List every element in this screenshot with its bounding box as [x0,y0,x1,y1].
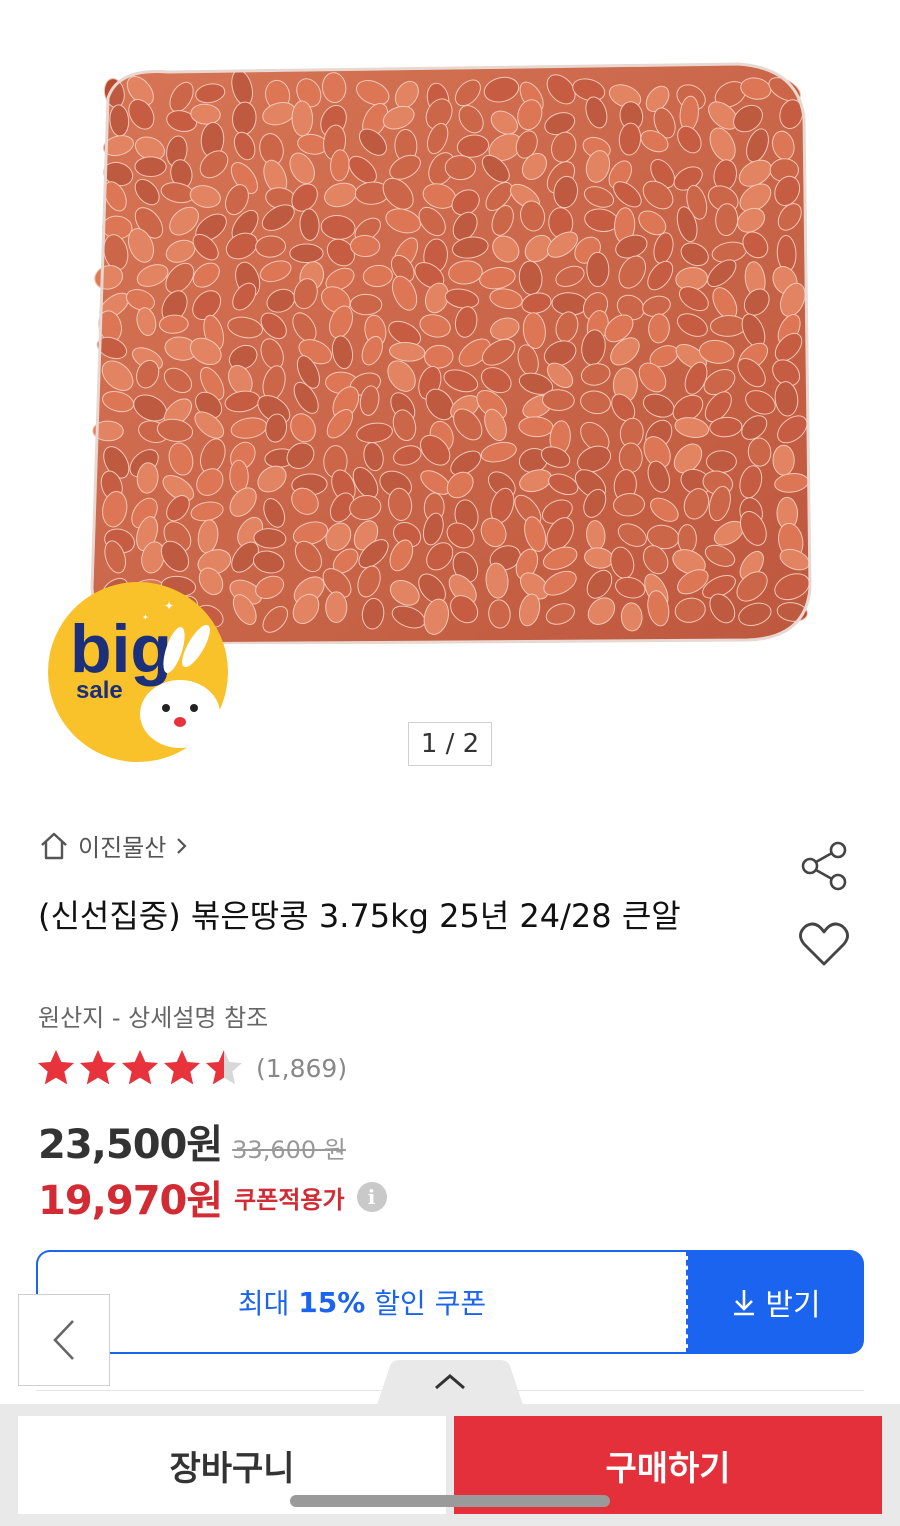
seller-name: 이진물산 [78,834,167,862]
product-image-peanuts [90,62,812,644]
badge-big-text: big [70,611,172,687]
coupon-price: 19,970원 [38,1178,223,1224]
coupon-download-button[interactable]: 받기 [688,1250,864,1354]
badge-sale-text: sale [76,677,123,704]
back-button[interactable] [18,1294,110,1386]
home-icon [41,832,67,859]
coupon-description: 최대 15% 할인 쿠폰 [36,1250,688,1354]
original-price: 33,600 원 [232,1136,346,1164]
download-icon [734,1290,755,1316]
star-icon [164,1050,200,1085]
chevron-left-icon [53,1320,74,1360]
sale-price: 23,500원 [38,1122,223,1168]
coupon-percent: 15% [298,1285,366,1319]
star-icon [38,1050,74,1085]
heart-icon[interactable] [798,920,850,968]
star-icon [80,1050,116,1085]
product-image-gallery[interactable]: big sale ✦ ✦ 1 / 2 [0,0,900,800]
coupon-banner[interactable]: 최대 15% 할인 쿠폰 받기 [36,1250,864,1354]
product-origin: 원산지 - 상세설명 참조 [38,1004,269,1032]
coupon-price-label: 쿠폰적용가 [234,1185,345,1214]
seller-link[interactable]: 이진물산 [38,828,190,863]
coupon-download-label: 받기 [765,1288,821,1323]
big-sale-badge: big sale ✦ ✦ [48,582,228,762]
expand-tray-handle[interactable] [376,1360,524,1408]
coupon-price-row: 19,970원 쿠폰적용가 i [38,1168,387,1226]
share-icon[interactable] [798,840,850,892]
product-title: (신선집중) 볶은땅콩 3.75kg 25년 24/28 큰알 [38,897,681,935]
home-indicator [290,1495,610,1507]
review-count: (1,869) [256,1053,348,1083]
coupon-suffix: 할인 쿠폰 [374,1287,487,1320]
svg-text:✦: ✦ [142,613,149,622]
star-icon [122,1050,158,1085]
image-pager: 1 / 2 [408,722,492,766]
coupon-prefix: 최대 [237,1287,290,1320]
rating-summary[interactable]: (1,869) [36,1048,347,1088]
info-icon[interactable]: i [356,1182,387,1212]
star-rating [36,1048,244,1088]
svg-text:✦: ✦ [164,599,174,613]
star-icon [206,1050,242,1085]
price-row: 23,500원 33,600 원 [38,1112,346,1170]
chevron-right-icon [177,837,187,854]
